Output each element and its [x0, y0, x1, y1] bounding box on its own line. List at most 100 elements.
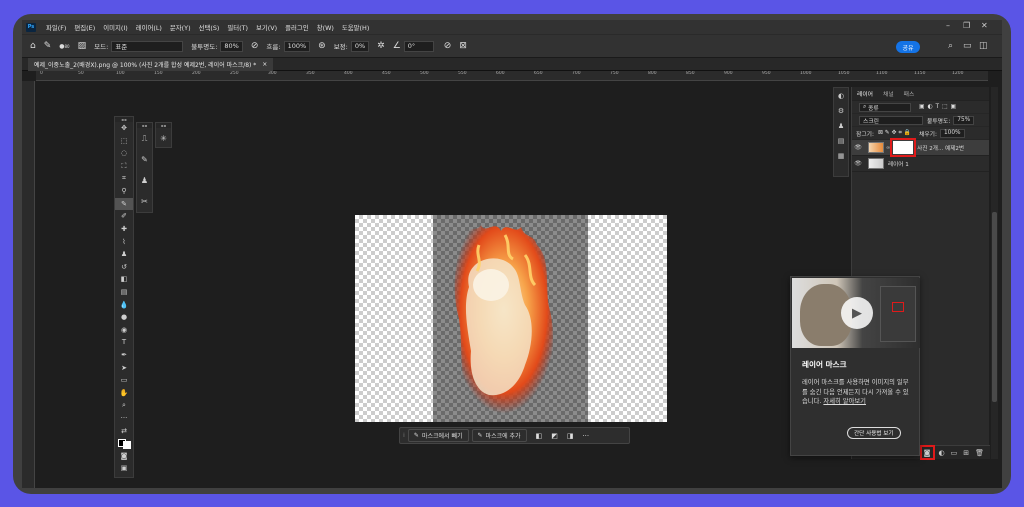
move-tool-icon[interactable]: ✥ — [115, 122, 133, 135]
tool-presets-icon[interactable]: ✂ — [137, 191, 152, 212]
subtract-from-mask-button[interactable]: ✎ 마스크에서 빼기 — [407, 429, 469, 442]
chain-link-icon[interactable]: ∞ — [886, 145, 890, 151]
lock-icons[interactable]: ⊠✎✥⌗🔒 — [878, 130, 913, 137]
history-brush-icon[interactable]: ↺ — [115, 261, 133, 274]
healing-tool-icon[interactable]: ✚ — [115, 223, 133, 236]
pencil-tool-icon[interactable]: ✐ — [115, 210, 133, 223]
pressure-opacity-icon[interactable]: ⊘ — [251, 41, 259, 51]
minimize-icon[interactable]: – — [946, 21, 950, 30]
crop-tool-icon[interactable]: ⌗ — [115, 172, 133, 185]
brush-settings-icon[interactable]: ▨ — [78, 41, 87, 51]
brush-settings-panel-icon[interactable]: ✎ — [137, 149, 152, 170]
brush-preset-icon[interactable]: ●80 — [59, 43, 69, 50]
scrollbar-thumb[interactable] — [992, 212, 997, 402]
tab-close-icon[interactable]: × — [262, 61, 267, 68]
menu-file[interactable]: 파일(F) — [42, 23, 70, 32]
object-select-tool-icon[interactable]: ⛶ — [115, 160, 133, 173]
eyedropper-tool-icon[interactable]: ⚲ — [115, 185, 133, 198]
blend-mode-select[interactable]: 스크린 — [859, 115, 923, 125]
dodge-tool-icon[interactable]: ● — [115, 311, 133, 324]
workspace-icon[interactable]: ▭ — [963, 41, 972, 51]
smoothing-field[interactable]: 0% — [350, 40, 370, 52]
sponge-tool-icon[interactable]: ◉ — [115, 324, 133, 337]
filter-type-icons[interactable]: ▣◐T⬚▣ — [919, 104, 959, 110]
adjustment-layer-icon[interactable]: ◐ — [939, 449, 945, 457]
path-select-icon[interactable]: ➤ — [115, 361, 133, 374]
type-tool-icon[interactable]: T — [115, 336, 133, 349]
menu-view[interactable]: 보기(V) — [252, 23, 281, 32]
visibility-eye-icon[interactable]: 👁 — [852, 144, 864, 151]
learn-more-link[interactable]: 자세히 알아보기 — [823, 398, 866, 405]
layout-icon[interactable]: ◫ — [979, 41, 988, 51]
quick-guide-button[interactable]: 간단 사용법 보기 — [847, 427, 901, 439]
menu-type[interactable]: 문자(Y) — [166, 23, 195, 32]
smoothing-settings-icon[interactable]: ✲ — [377, 41, 385, 51]
adjustments-panel-icon[interactable]: ♟ — [834, 118, 848, 133]
layer-filter-select[interactable]: ⌕ 종류 — [859, 102, 911, 112]
angle-field[interactable]: 0° — [403, 40, 434, 52]
panel-scrollbar[interactable] — [991, 87, 998, 459]
swatches-panel-icon[interactable]: ▦ — [834, 148, 848, 163]
menu-layer[interactable]: 레이어(L) — [132, 23, 166, 32]
gradient-tool-icon[interactable]: ▤ — [115, 286, 133, 299]
menu-window[interactable]: 창(W) — [313, 23, 338, 32]
stamp-tool-icon[interactable]: ♟ — [115, 248, 133, 261]
pen-tool-icon[interactable]: ✒ — [115, 349, 133, 362]
more-options-icon[interactable]: ··· — [582, 432, 589, 440]
quick-mask-icon[interactable]: ◙ — [115, 449, 133, 462]
menu-edit[interactable]: 편집(E) — [70, 23, 99, 32]
menu-filter[interactable]: 필터(T) — [223, 23, 252, 32]
new-group-icon[interactable]: ▭ — [951, 449, 958, 457]
history-panel-icon[interactable]: ⎍ — [137, 128, 152, 149]
pressure-size-icon[interactable]: ⊘ — [444, 41, 452, 51]
layer-opacity-field[interactable]: 75% — [953, 115, 975, 125]
tab-layers[interactable]: 레이어 — [852, 89, 878, 98]
tip-video-thumbnail[interactable]: ▶ — [792, 278, 920, 348]
menu-select[interactable]: 선택(S) — [195, 23, 224, 32]
eraser-tool-icon[interactable]: ◧ — [115, 273, 133, 286]
add-layer-mask-icon[interactable]: ◙ — [919, 445, 935, 460]
screen-mode-icon[interactable]: ▣ — [115, 462, 133, 475]
mode-select[interactable]: 표준 — [111, 40, 184, 52]
taskbar-grip[interactable]: ⁞ — [403, 432, 405, 439]
close-icon[interactable]: ✕ — [981, 21, 988, 30]
menu-help[interactable]: 도움말(H) — [338, 23, 373, 32]
mask-properties-icon[interactable]: ◨ — [567, 432, 574, 440]
invert-mask-icon[interactable]: ◧ — [536, 432, 543, 440]
layer-mask-thumbnail[interactable] — [890, 138, 917, 157]
opacity-field[interactable]: 80% — [220, 40, 243, 52]
color-panel-icon[interactable]: ◐ — [834, 88, 848, 103]
visibility-eye-icon[interactable]: 👁 — [852, 160, 864, 167]
search-icon[interactable]: ⌕ — [948, 41, 953, 51]
layer-row[interactable]: 👁 레이어 1 — [852, 156, 989, 172]
play-icon[interactable]: ▶ — [841, 297, 873, 329]
feather-mask-icon[interactable]: ◩ — [551, 432, 558, 440]
new-layer-icon[interactable]: ⊞ — [963, 449, 969, 457]
menu-plugins[interactable]: 플러그인 — [281, 23, 313, 32]
clone-source-icon[interactable]: ♟ — [137, 170, 152, 191]
menu-image[interactable]: 이미지(I) — [99, 23, 132, 32]
zoom-tool-icon[interactable]: ⌕ — [115, 399, 133, 412]
airbrush-icon[interactable]: ⊛ — [318, 41, 326, 51]
rectangle-tool-icon[interactable]: ▭ — [115, 374, 133, 387]
tab-paths[interactable]: 패스 — [899, 89, 920, 98]
swap-colors-icon[interactable]: ⇄ — [115, 424, 133, 437]
fill-field[interactable]: 100% — [939, 128, 965, 138]
brush-tool-icon[interactable]: ✎ — [115, 197, 133, 211]
mixer-brush-icon[interactable]: ⌇ — [115, 235, 133, 248]
hand-tool-icon[interactable]: ✋ — [115, 386, 133, 399]
more-tools-icon[interactable]: ··· — [115, 412, 133, 425]
blur-tool-icon[interactable]: 💧 — [115, 298, 133, 311]
marquee-tool-icon[interactable]: ⬚ — [115, 135, 133, 148]
document-tab[interactable]: 예제_이중노출_2(배경X).png @ 100% (사진 2개를 합성 예제2… — [28, 58, 274, 71]
lasso-tool-icon[interactable]: ◌ — [115, 147, 133, 160]
flow-field[interactable]: 100% — [283, 40, 311, 52]
layer-row[interactable]: 👁 ∞ 사진 2개... 예제2번 — [852, 138, 989, 157]
document-canvas[interactable] — [355, 215, 667, 422]
home-icon[interactable]: ⌂ — [30, 41, 36, 51]
delete-layer-icon[interactable]: 🗑 — [975, 449, 984, 457]
tab-channels[interactable]: 채널 — [878, 89, 899, 98]
maximize-icon[interactable]: ❐ — [963, 21, 970, 30]
symmetry-icon[interactable]: ⊠ — [459, 41, 467, 51]
brush-presets-icon[interactable]: ✳ — [156, 128, 171, 149]
